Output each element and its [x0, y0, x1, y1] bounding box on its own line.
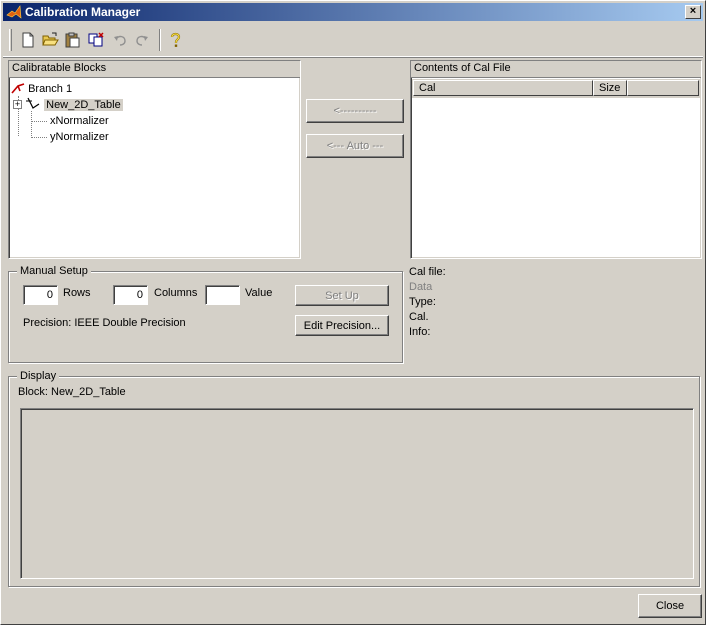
open-folder-icon[interactable]	[41, 31, 59, 49]
expand-icon[interactable]: +	[13, 100, 22, 109]
table-block-icon	[26, 97, 40, 109]
cal-file-panel-header: Contents of Cal File	[411, 61, 701, 78]
value-label: Value	[245, 287, 273, 299]
manual-setup-title: Manual Setup	[17, 265, 91, 277]
tree-connector	[31, 111, 32, 136]
cal-table-header: Cal Size	[412, 79, 700, 98]
tree-item-ynormalizer[interactable]: yNormalizer	[50, 129, 109, 145]
cal-file-panel: Contents of Cal File Cal Size	[410, 60, 702, 259]
edit-precision-button[interactable]: Edit Precision...	[295, 315, 389, 336]
toolbar-grip	[9, 29, 12, 51]
display-group: Display Block: New_2D_Table	[8, 370, 700, 587]
cal-cal-label: Cal.	[409, 311, 429, 323]
blocks-panel-title: Calibratable Blocks	[12, 62, 107, 74]
cal-info-label: Info:	[409, 326, 431, 338]
column-header-cal[interactable]: Cal	[413, 80, 593, 96]
matlab-logo-icon	[6, 5, 22, 19]
value-input[interactable]	[205, 285, 240, 305]
tree-item-label: yNormalizer	[50, 131, 109, 143]
title-bar[interactable]: Calibration Manager ×	[3, 3, 703, 21]
setup-button[interactable]: Set Up	[295, 285, 389, 306]
rows-input[interactable]: 0	[23, 285, 58, 305]
tree-connector	[31, 121, 47, 122]
transfer-button[interactable]: <----------	[306, 99, 404, 123]
duplicate-icon[interactable]	[87, 31, 105, 49]
undo-icon[interactable]	[111, 31, 129, 49]
blocks-panel-header: Calibratable Blocks	[9, 61, 300, 78]
rows-label: Rows	[63, 287, 91, 299]
cal-data-label: Data	[409, 281, 433, 293]
cal-file-panel-title: Contents of Cal File	[414, 62, 511, 74]
branch-icon	[11, 83, 25, 94]
tree-item-new-2d-table[interactable]: + New_2D_Table	[13, 97, 123, 113]
tree-connector	[31, 137, 47, 138]
redo-icon[interactable]	[133, 31, 151, 49]
toolbar	[3, 23, 703, 57]
manual-setup-group: Manual Setup 0 Rows 0 Columns Value Set …	[8, 265, 403, 363]
cal-file-info-label: Cal file:	[409, 266, 446, 278]
window-title: Calibration Manager	[25, 5, 141, 19]
cal-type-label: Type:	[409, 296, 436, 308]
calibration-manager-window: Calibration Manager × Calibratable Block…	[0, 0, 706, 625]
display-area	[20, 408, 694, 579]
display-title: Display	[17, 370, 60, 382]
toolbar-separator	[159, 29, 161, 51]
close-button[interactable]: Close	[638, 594, 702, 618]
columns-label: Columns	[154, 287, 198, 299]
precision-text: Precision: IEEE Double Precision	[23, 317, 186, 329]
blocks-panel: Calibratable Blocks Branch 1 + New_2D_Ta…	[8, 60, 301, 259]
column-header-filler	[627, 80, 699, 96]
clipboard-icon[interactable]	[63, 31, 81, 49]
auto-transfer-button[interactable]: <--- Auto ---	[306, 134, 404, 158]
tree-item-label: xNormalizer	[50, 115, 109, 127]
window-close-button[interactable]: ×	[685, 5, 701, 19]
columns-input[interactable]: 0	[113, 285, 148, 305]
display-block-text: Block: New_2D_Table	[18, 386, 126, 398]
tree-item-xnormalizer[interactable]: xNormalizer	[50, 113, 109, 129]
tree-root-branch[interactable]: Branch 1	[11, 81, 72, 97]
new-file-icon[interactable]	[19, 31, 37, 49]
help-icon[interactable]	[166, 31, 184, 49]
tree-root-label: Branch 1	[28, 83, 73, 95]
column-header-size[interactable]: Size	[593, 80, 627, 96]
tree-item-label: New_2D_Table	[44, 99, 123, 111]
